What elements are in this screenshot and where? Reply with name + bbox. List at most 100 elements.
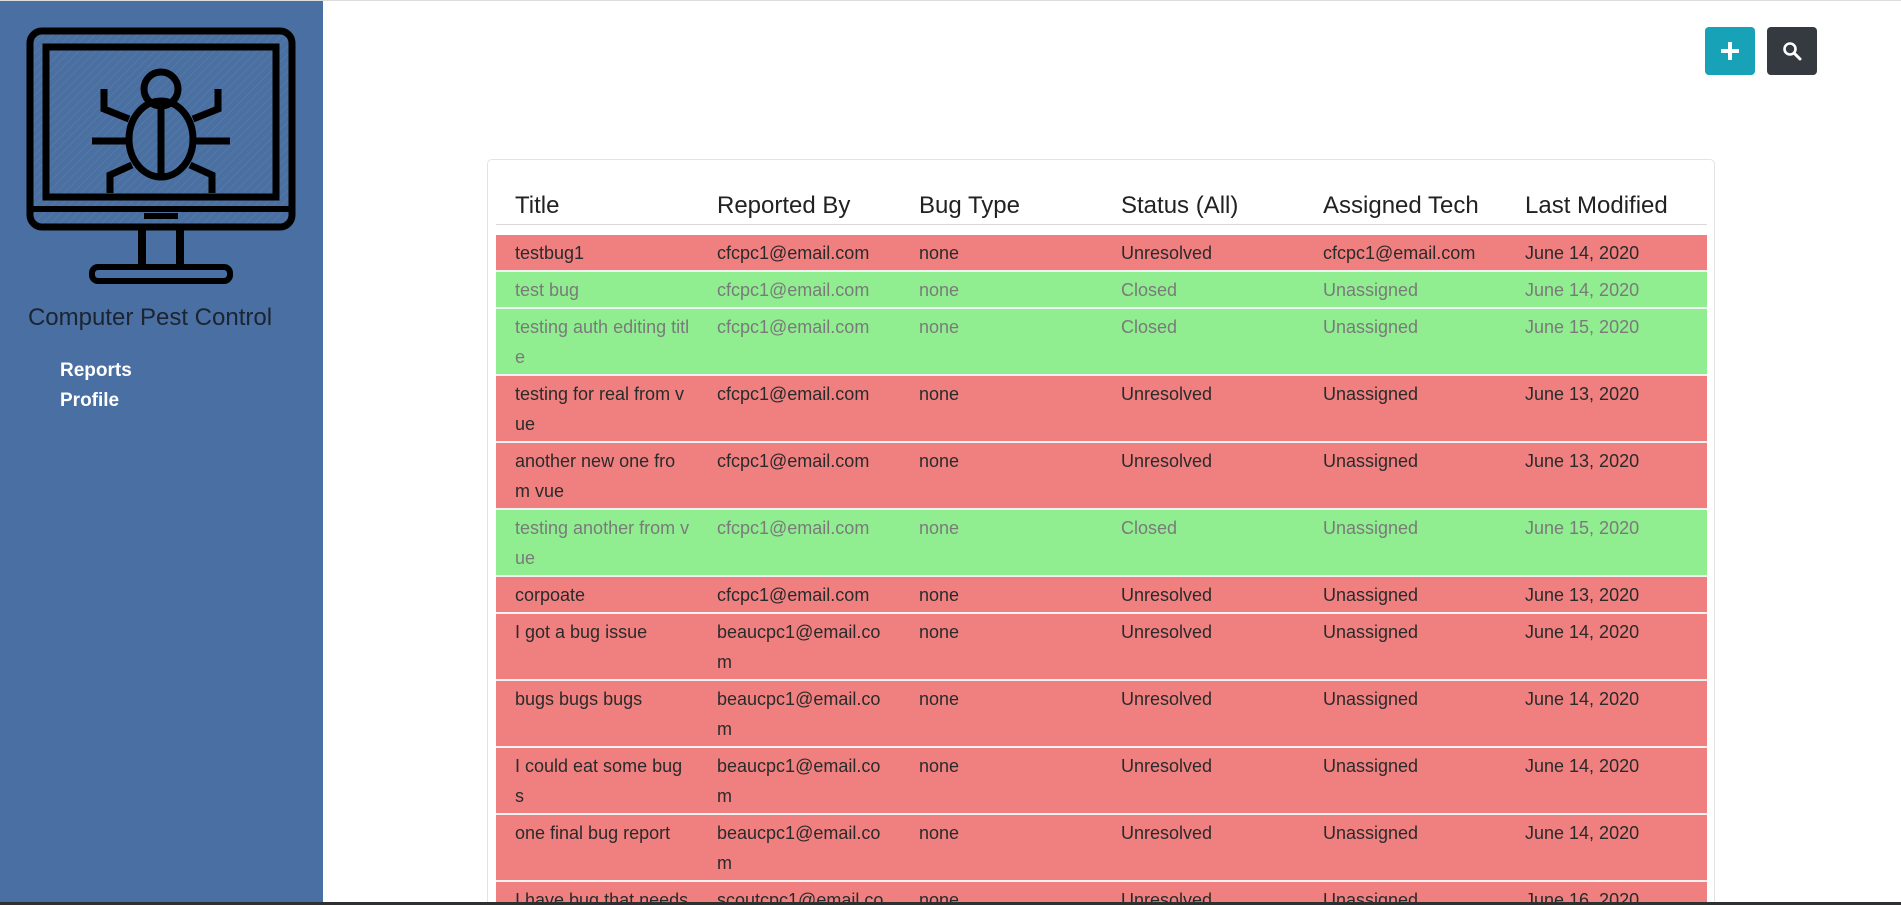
cell-title: I could eat some bugs (496, 747, 698, 815)
cell-bug-type: none (900, 576, 1102, 614)
cell-bug-type: none (900, 509, 1102, 577)
table-body: testbug1 cfcpc1@email.com none Unresolved cf… (496, 224, 1707, 905)
table-row[interactable]: another new one from vue cfcpc1@email.com… (496, 442, 1707, 510)
cell-assigned-tech: Unassigned (1304, 814, 1506, 882)
header-title[interactable]: Title (496, 188, 698, 225)
cell-title: corpoate (496, 576, 698, 614)
nav-item-reports[interactable]: Reports (60, 356, 132, 386)
toolbar (1705, 27, 1817, 75)
table-row[interactable]: testing another from vue cfcpc1@email.com… (496, 509, 1707, 577)
cell-bug-type: none (900, 747, 1102, 815)
brand-name: Computer Pest Control (27, 304, 273, 331)
cell-status: Unresolved (1102, 613, 1304, 681)
cell-bug-type: none (900, 308, 1102, 376)
cell-status: Unresolved (1102, 235, 1304, 272)
cell-title: bugs bugs bugs (496, 680, 698, 748)
cell-reported-by: beaucpc1@email.com (698, 680, 900, 748)
cell-bug-type: none (900, 375, 1102, 443)
cell-assigned-tech: Unassigned (1304, 308, 1506, 376)
search-icon (1783, 42, 1802, 61)
cell-reported-by: cfcpc1@email.com (698, 576, 900, 614)
cell-assigned-tech: Unassigned (1304, 375, 1506, 443)
cell-status: Closed (1102, 509, 1304, 577)
cell-title: I got a bug issue (496, 613, 698, 681)
table-row[interactable]: corpoate cfcpc1@email.com none Unresolved Un… (496, 576, 1707, 614)
cell-assigned-tech: cfcpc1@email.com (1304, 235, 1506, 272)
cell-title: testing for real from vue (496, 375, 698, 443)
cell-assigned-tech: Unassigned (1304, 576, 1506, 614)
app-window: Computer Pest Control Reports Profile Ti… (0, 0, 1901, 905)
cell-reported-by: beaucpc1@email.com (698, 613, 900, 681)
cell-assigned-tech: Unassigned (1304, 509, 1506, 577)
cell-status: Closed (1102, 308, 1304, 376)
computer-bug-logo-icon (26, 27, 296, 284)
cell-title: test bug (496, 271, 698, 309)
plus-icon (1721, 42, 1739, 60)
cell-last-modified: June 14, 2020 (1506, 613, 1707, 681)
cell-last-modified: June 13, 2020 (1506, 375, 1707, 443)
header-reported-by[interactable]: Reported By (698, 188, 900, 225)
nav-item-profile[interactable]: Profile (60, 386, 132, 416)
cell-title: testbug1 (496, 235, 698, 272)
cell-bug-type: none (900, 235, 1102, 272)
table-header-row: Title Reported By Bug Type Status (All) … (496, 188, 1707, 225)
table-row[interactable]: test bug cfcpc1@email.com none Closed Unassi… (496, 271, 1707, 309)
cell-status: Unresolved (1102, 814, 1304, 882)
header-assigned-tech[interactable]: Assigned Tech (1304, 188, 1506, 225)
cell-reported-by: beaucpc1@email.com (698, 747, 900, 815)
reports-card: Title Reported By Bug Type Status (All) … (487, 159, 1715, 905)
cell-last-modified: June 15, 2020 (1506, 509, 1707, 577)
search-button[interactable] (1767, 27, 1817, 75)
cell-bug-type: none (900, 613, 1102, 681)
cell-reported-by: cfcpc1@email.com (698, 308, 900, 376)
table-spacer (496, 224, 1707, 235)
cell-assigned-tech: Unassigned (1304, 271, 1506, 309)
add-report-button[interactable] (1705, 27, 1755, 75)
sidebar: Computer Pest Control Reports Profile (0, 1, 323, 903)
cell-bug-type: none (900, 814, 1102, 882)
cell-assigned-tech: Unassigned (1304, 680, 1506, 748)
sidebar-nav: Reports Profile (60, 356, 132, 416)
cell-reported-by: cfcpc1@email.com (698, 509, 900, 577)
table-row[interactable]: bugs bugs bugs beaucpc1@email.com none Unre… (496, 680, 1707, 748)
table-row[interactable]: I could eat some bugs beaucpc1@email.com n… (496, 747, 1707, 815)
cell-reported-by: cfcpc1@email.com (698, 442, 900, 510)
cell-status: Closed (1102, 271, 1304, 309)
cell-last-modified: June 15, 2020 (1506, 308, 1707, 376)
cell-reported-by: cfcpc1@email.com (698, 271, 900, 309)
cell-title: one final bug report (496, 814, 698, 882)
cell-last-modified: June 14, 2020 (1506, 235, 1707, 272)
cell-title: another new one from vue (496, 442, 698, 510)
cell-status: Unresolved (1102, 576, 1304, 614)
cell-assigned-tech: Unassigned (1304, 747, 1506, 815)
cell-bug-type: none (900, 680, 1102, 748)
cell-status: Unresolved (1102, 375, 1304, 443)
cell-last-modified: June 14, 2020 (1506, 271, 1707, 309)
header-status[interactable]: Status (All) (1102, 188, 1304, 225)
cell-reported-by: cfcpc1@email.com (698, 235, 900, 272)
cell-bug-type: none (900, 442, 1102, 510)
cell-last-modified: June 14, 2020 (1506, 814, 1707, 882)
cell-last-modified: June 13, 2020 (1506, 576, 1707, 614)
table-row[interactable]: testbug1 cfcpc1@email.com none Unresolved cf… (496, 235, 1707, 272)
cell-bug-type: none (900, 271, 1102, 309)
cell-last-modified: June 14, 2020 (1506, 747, 1707, 815)
header-last-modified[interactable]: Last Modified (1506, 188, 1707, 225)
table-row[interactable]: testing for real from vue cfcpc1@email.co… (496, 375, 1707, 443)
cell-status: Unresolved (1102, 680, 1304, 748)
cell-title: testing another from vue (496, 509, 698, 577)
cell-last-modified: June 14, 2020 (1506, 680, 1707, 748)
cell-status: Unresolved (1102, 747, 1304, 815)
cell-assigned-tech: Unassigned (1304, 613, 1506, 681)
cell-reported-by: beaucpc1@email.com (698, 814, 900, 882)
cell-status: Unresolved (1102, 442, 1304, 510)
cell-assigned-tech: Unassigned (1304, 442, 1506, 510)
cell-title: testing auth editing title (496, 308, 698, 376)
bug-reports-table: Title Reported By Bug Type Status (All) … (496, 188, 1707, 905)
cell-last-modified: June 13, 2020 (1506, 442, 1707, 510)
table-row[interactable]: I got a bug issue beaucpc1@email.com none U… (496, 613, 1707, 681)
header-bug-type[interactable]: Bug Type (900, 188, 1102, 225)
table-row[interactable]: testing auth editing title cfcpc1@email.c… (496, 308, 1707, 376)
table-row[interactable]: one final bug report beaucpc1@email.com no… (496, 814, 1707, 882)
cell-reported-by: cfcpc1@email.com (698, 375, 900, 443)
